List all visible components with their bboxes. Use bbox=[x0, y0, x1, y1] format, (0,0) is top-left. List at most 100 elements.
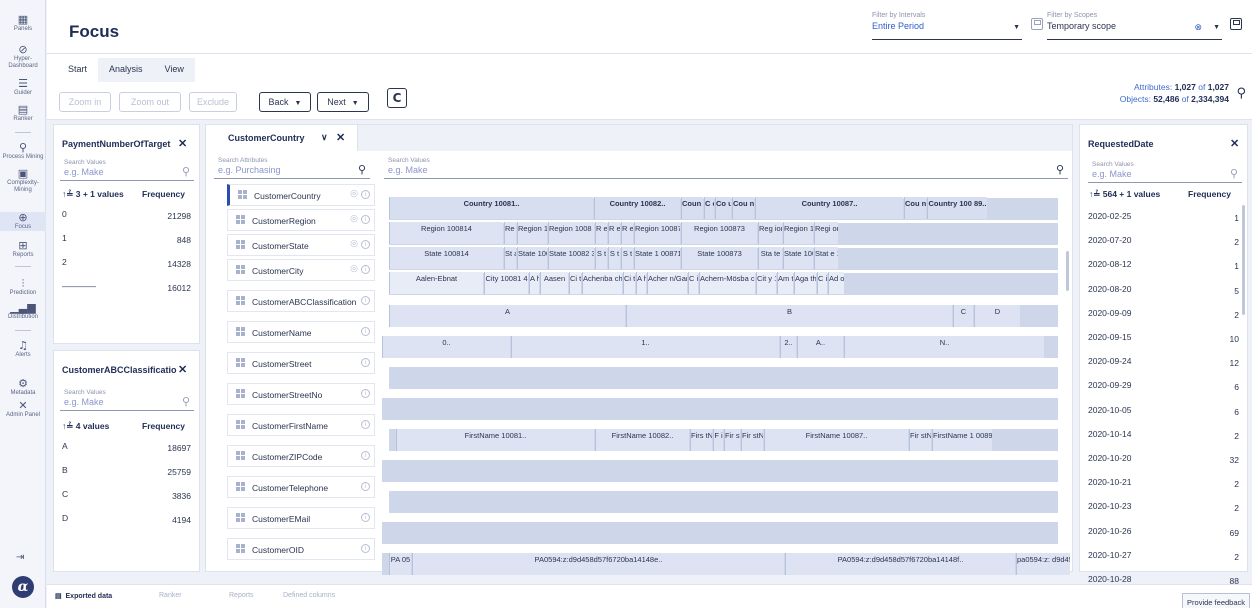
search-values-input[interactable]: Search Values e.g. Make ⚲ bbox=[1088, 161, 1242, 183]
value-cell[interactable]: Region 100873 bbox=[681, 222, 757, 244]
value-cell[interactable]: Re gi bbox=[504, 222, 516, 244]
attribute-item[interactable]: CustomerZIPCode i bbox=[227, 445, 375, 467]
attribute-item[interactable]: CustomerName i bbox=[227, 321, 375, 343]
list-item[interactable]: 2020-10-26 69 bbox=[1084, 520, 1243, 540]
value-cell[interactable]: Am ts bbox=[777, 272, 793, 294]
value-cell[interactable]: Cou ntr bbox=[904, 197, 926, 219]
attribute-item[interactable]: CustomerEMail i bbox=[227, 507, 375, 529]
nav-item-admin-panel[interactable]: ✕ Admin Panel bbox=[0, 400, 46, 419]
value-cell[interactable]: C i bbox=[688, 272, 698, 294]
value-cell[interactable]: Country 100 89.. bbox=[927, 197, 987, 219]
value-cell[interactable]: State 100873 bbox=[681, 247, 757, 269]
value-cell[interactable]: Co un bbox=[715, 197, 731, 219]
value-cell[interactable]: Cit y 1 bbox=[756, 272, 776, 294]
value-cell[interactable]: A bbox=[389, 305, 625, 327]
list-item[interactable]: 2 14328 bbox=[58, 251, 195, 271]
value-cell[interactable]: City 10081 4 bbox=[484, 272, 528, 294]
value-cell[interactable]: 2.. bbox=[780, 336, 796, 358]
value-cell[interactable]: State 100893 bbox=[783, 247, 813, 269]
nav-item-alerts[interactable]: ♫ Alerts bbox=[0, 340, 46, 359]
nav-item-distribution[interactable]: ▁▃▆ Distribution bbox=[0, 302, 46, 321]
chevron-down-icon[interactable]: ∨ bbox=[321, 132, 328, 143]
list-item[interactable]: 2020-10-05 6 bbox=[1084, 399, 1243, 419]
value-cell[interactable]: pa0594:z: d9d458d57 bbox=[1016, 553, 1070, 575]
exclude-button[interactable]: Exclude bbox=[189, 92, 237, 112]
value-cell[interactable]: Fir stN bbox=[909, 429, 931, 451]
search-values-input[interactable]: Search Values e.g. Make ⚲ bbox=[60, 389, 194, 411]
value-cell[interactable]: F i bbox=[713, 429, 723, 451]
info-icon[interactable]: i bbox=[361, 513, 370, 522]
info-icon[interactable]: i bbox=[361, 389, 370, 398]
info-icon[interactable]: i bbox=[361, 240, 370, 249]
value-cell[interactable]: Region 10089 bbox=[783, 222, 813, 244]
gear-icon[interactable]: ◎ bbox=[350, 189, 358, 199]
value-cell[interactable]: B bbox=[626, 305, 952, 327]
save-interval-icon[interactable] bbox=[1031, 18, 1043, 30]
list-item[interactable]: 1 848 bbox=[58, 227, 195, 247]
value-cell[interactable]: A h bbox=[529, 272, 539, 294]
search-attributes-input[interactable]: Search Attributes e.g. Purchasing ⚲ bbox=[214, 157, 370, 179]
nav-item-guider[interactable]: ☰ Guider bbox=[0, 78, 46, 97]
value-cell[interactable]: Coun try bbox=[681, 197, 703, 219]
value-cell[interactable]: Ci ty bbox=[569, 272, 581, 294]
info-icon[interactable]: i bbox=[361, 451, 370, 460]
attribute-item[interactable]: CustomerState ◎ i bbox=[227, 234, 375, 256]
value-cell[interactable]: R e bbox=[608, 222, 620, 244]
frequency-header[interactable]: Frequency bbox=[142, 421, 185, 431]
info-icon[interactable]: i bbox=[361, 482, 370, 491]
list-item[interactable]: 2020-09-24 12 bbox=[1084, 350, 1243, 370]
tab-ranker[interactable]: Ranker bbox=[159, 592, 182, 599]
nav-item-focus[interactable]: ⊕ Focus bbox=[0, 212, 46, 231]
value-cell[interactable]: FirstName 10081.. bbox=[396, 429, 594, 451]
tab-start[interactable]: Start bbox=[57, 58, 99, 82]
attribute-item[interactable]: CustomerStreetNo i bbox=[227, 383, 375, 405]
frequency-header[interactable]: Frequency bbox=[1188, 189, 1231, 199]
interval-filter[interactable]: Filter by Intervals Entire Period ▼ bbox=[872, 12, 1022, 40]
zoom-out-button[interactable]: Zoom out bbox=[119, 92, 181, 112]
value-cell[interactable]: PA0594:z:d9d458d57f6720ba14148e.. bbox=[412, 553, 784, 575]
value-cell[interactable]: Firs tNam bbox=[690, 429, 712, 451]
value-cell[interactable]: Cou ntr bbox=[732, 197, 754, 219]
value-cell[interactable]: A.. bbox=[797, 336, 843, 358]
list-item[interactable]: 2020-10-14 2 bbox=[1084, 423, 1243, 443]
gear-icon[interactable]: ◎ bbox=[350, 239, 358, 249]
value-cell[interactable]: Country 10082.. bbox=[594, 197, 680, 219]
value-cell[interactable]: Ad ol bbox=[828, 272, 844, 294]
values-count[interactable]: ↑≟ 564 + 1 values bbox=[1089, 189, 1160, 200]
value-cell[interactable]: Fir stN bbox=[724, 429, 740, 451]
value-cell[interactable]: R e bbox=[595, 222, 607, 244]
info-icon[interactable]: i bbox=[361, 327, 370, 336]
value-cell[interactable]: Stat e 10 bbox=[814, 247, 838, 269]
next-button[interactable]: Next ▼ bbox=[317, 92, 369, 112]
list-item[interactable]: 2020-09-15 10 bbox=[1084, 326, 1243, 346]
list-item[interactable]: 0 21298 bbox=[58, 203, 195, 223]
value-cell[interactable]: Acher n/Gam bbox=[647, 272, 687, 294]
scrollbar[interactable] bbox=[1066, 251, 1069, 291]
info-icon[interactable]: i bbox=[361, 544, 370, 553]
list-item[interactable]: 2020-10-23 2 bbox=[1084, 495, 1243, 515]
exit-icon[interactable]: ⇥ bbox=[16, 552, 24, 563]
list-item[interactable]: A 18697 bbox=[58, 435, 195, 455]
value-cell[interactable]: Ci ty bbox=[623, 272, 635, 294]
value-cell[interactable]: Region 100871 bbox=[634, 222, 680, 244]
attribute-item[interactable]: CustomerOID i bbox=[227, 538, 375, 560]
tab-view[interactable]: View bbox=[154, 58, 195, 82]
attribute-item[interactable]: CustomerStreet i bbox=[227, 352, 375, 374]
value-cell[interactable]: Aalen-Ebnat bbox=[389, 272, 483, 294]
clear-scope-icon[interactable]: ⊗ bbox=[1194, 22, 1202, 33]
value-cell[interactable]: PA0594:z:d9d458d57f6720ba14148f.. bbox=[785, 553, 1015, 575]
value-cell[interactable]: Reg ion bbox=[758, 222, 782, 244]
value-cell[interactable]: State 10082 3 bbox=[548, 247, 594, 269]
nav-item-process-mining[interactable]: ⚲ Process Mining bbox=[0, 142, 46, 161]
attribute-item[interactable]: CustomerCountry ◎ i bbox=[227, 184, 375, 206]
info-icon[interactable]: i bbox=[361, 265, 370, 274]
value-cell[interactable]: Region 100814 bbox=[389, 222, 503, 244]
value-cell[interactable]: Country 10087.. bbox=[755, 197, 903, 219]
info-icon[interactable]: i bbox=[361, 296, 370, 305]
value-cell[interactable]: Aga ths bbox=[794, 272, 816, 294]
value-cell[interactable]: Sta te bbox=[758, 247, 782, 269]
info-icon[interactable]: i bbox=[361, 190, 370, 199]
value-cell[interactable]: Aasen bbox=[540, 272, 568, 294]
info-icon[interactable]: i bbox=[361, 215, 370, 224]
back-button[interactable]: Back ▼ bbox=[259, 92, 311, 112]
